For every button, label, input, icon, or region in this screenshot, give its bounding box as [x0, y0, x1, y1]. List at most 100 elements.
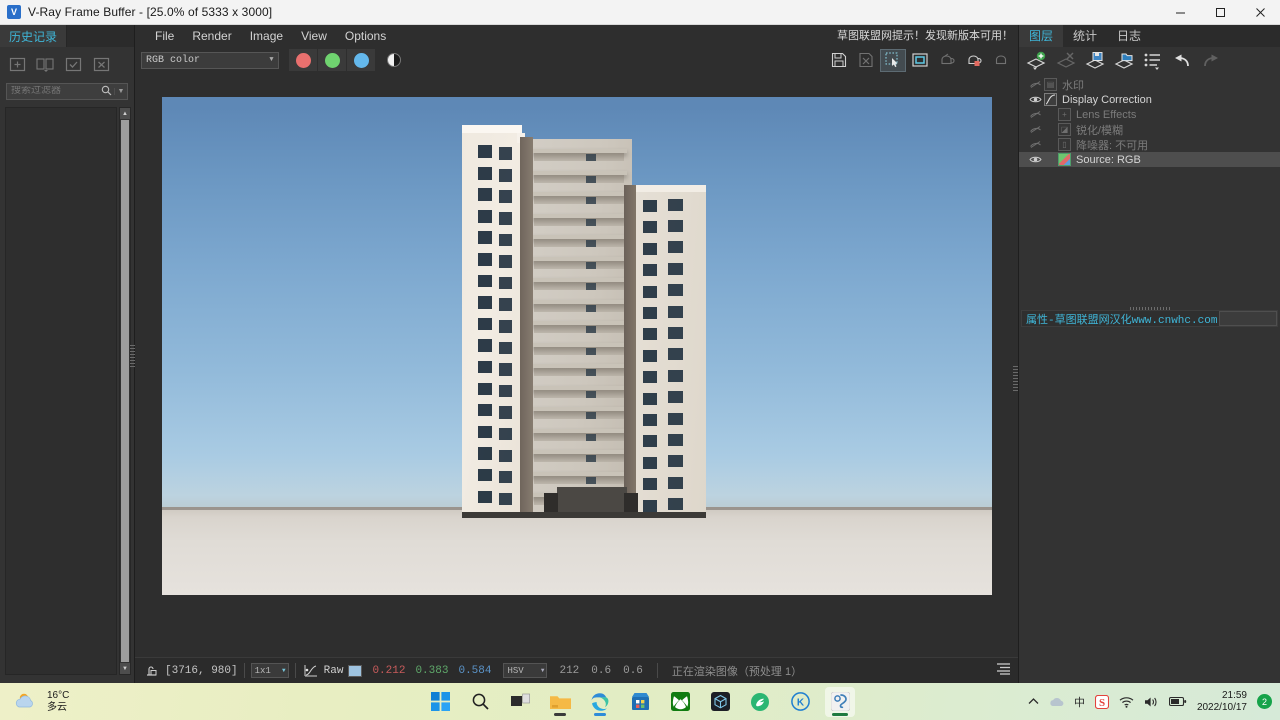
save-image-button[interactable]	[826, 49, 852, 72]
region-render-button[interactable]	[907, 49, 933, 72]
history-delete-icon[interactable]	[88, 52, 114, 76]
blue-channel-button[interactable]	[347, 49, 375, 71]
ime-chinese-icon[interactable]: 中	[1074, 694, 1085, 710]
scroll-down-icon[interactable]: ▼	[120, 663, 130, 674]
menu-image[interactable]: Image	[241, 25, 292, 47]
red-channel-button[interactable]	[289, 49, 317, 71]
start-button[interactable]	[425, 687, 455, 717]
maximize-button[interactable]	[1200, 0, 1240, 25]
menu-render[interactable]: Render	[183, 25, 240, 47]
color-mode-select[interactable]: HSV ▼	[503, 663, 548, 678]
scroll-up-icon[interactable]: ▲	[120, 108, 130, 119]
tab-statistics[interactable]: 统计	[1063, 25, 1108, 47]
green-channel-button[interactable]	[318, 49, 346, 71]
eye-visible-icon[interactable]	[1027, 95, 1044, 104]
save-layers-icon[interactable]	[1082, 49, 1108, 73]
eye-visible-icon[interactable]	[1027, 155, 1044, 164]
eye-hidden-icon[interactable]	[1027, 125, 1044, 134]
add-layer-icon[interactable]	[1024, 49, 1050, 73]
system-tray: 中 S 21:59 2022/10/17 2	[1028, 690, 1272, 714]
layer-list[interactable]: ▤ 水印 Display Correction + Lens Effects ◪ 锐化/模糊…	[1019, 77, 1280, 167]
render-region-teapot-button[interactable]	[961, 49, 987, 72]
tab-layers[interactable]: 图层	[1019, 25, 1064, 47]
tab-log[interactable]: 日志	[1107, 25, 1152, 47]
balcony-glass	[585, 218, 596, 226]
search-button[interactable]	[465, 687, 495, 717]
rendered-image[interactable]	[161, 97, 992, 595]
task-view-button[interactable]	[505, 687, 535, 717]
volume-icon[interactable]	[1144, 696, 1159, 708]
eye-hidden-icon[interactable]	[1027, 140, 1044, 149]
search-icon[interactable]	[98, 85, 114, 99]
window-pane	[642, 435, 657, 448]
right-panel-splitter[interactable]	[1013, 365, 1018, 391]
layer-row[interactable]: + Lens Effects	[1019, 107, 1280, 122]
notification-badge[interactable]: 2	[1257, 694, 1272, 709]
history-scrollbar[interactable]: ▲ ▼	[119, 107, 131, 675]
sogou-input-icon[interactable]: S	[1094, 694, 1109, 709]
pixel-lock-icon[interactable]	[145, 664, 158, 677]
sampler-size-select[interactable]: 1x1 ▼	[250, 663, 289, 678]
scrollbar-thumb[interactable]	[121, 120, 129, 662]
balcony-glass	[585, 455, 596, 462]
channel-select[interactable]: RGB color ▼	[141, 51, 279, 69]
history-check-icon[interactable]	[60, 52, 86, 76]
browser-2345-button[interactable]	[745, 687, 775, 717]
tab-history[interactable]: 历史记录	[0, 25, 68, 47]
render-canvas-area[interactable]	[135, 73, 1018, 657]
history-list[interactable]	[5, 107, 117, 675]
balcony-recess	[533, 346, 624, 355]
save-all-channels-button[interactable]	[853, 49, 879, 72]
load-layers-icon[interactable]	[1111, 49, 1137, 73]
layer-row[interactable]: ▯ 降噪器: 不可用	[1019, 137, 1280, 152]
left-panel-splitter[interactable]	[130, 345, 135, 367]
redo-icon[interactable]	[1198, 49, 1224, 73]
wifi-icon[interactable]	[1119, 696, 1134, 708]
layer-row[interactable]: ◪ 锐化/模糊	[1019, 122, 1280, 137]
menu-options[interactable]: Options	[336, 25, 395, 47]
history-add-icon[interactable]	[4, 52, 30, 76]
search-options-chevron-icon[interactable]: ▼	[114, 88, 127, 95]
clock-time: 21:59	[1221, 689, 1247, 701]
undo-icon[interactable]	[1169, 49, 1195, 73]
minimize-button[interactable]	[1160, 0, 1200, 25]
eye-hidden-icon[interactable]	[1027, 80, 1044, 89]
history-search-row[interactable]: ▼	[6, 83, 128, 100]
eye-hidden-icon[interactable]	[1027, 110, 1044, 119]
window-pane	[642, 392, 657, 405]
xbox-button[interactable]	[665, 687, 695, 717]
layer-presets-icon[interactable]	[1140, 49, 1166, 73]
window-pane	[642, 264, 657, 277]
cube-app-button[interactable]	[705, 687, 735, 717]
kingsoft-button[interactable]: K	[785, 687, 815, 717]
layer-row[interactable]: Source: RGB	[1019, 152, 1280, 167]
close-button[interactable]	[1240, 0, 1280, 25]
stop-render-button[interactable]	[988, 49, 1014, 72]
render-last-button[interactable]	[934, 49, 960, 72]
menu-file[interactable]: File	[146, 25, 183, 47]
layer-row[interactable]: ▤ 水印	[1019, 77, 1280, 92]
weather-widget[interactable]: 16°C 多云	[14, 690, 69, 714]
layer-row[interactable]: Display Correction	[1019, 92, 1280, 107]
onedrive-icon[interactable]	[1049, 696, 1064, 707]
menu-view[interactable]: View	[292, 25, 336, 47]
balcony-recess	[533, 411, 624, 419]
properties-value-box[interactable]	[1219, 311, 1277, 326]
history-panel-tabs: 历史记录	[0, 25, 134, 47]
region-select-button[interactable]	[880, 48, 906, 72]
log-panel-icon[interactable]	[996, 662, 1011, 679]
edge-browser-button[interactable]	[585, 687, 615, 717]
microsoft-store-button[interactable]	[625, 687, 655, 717]
history-compare-icon[interactable]	[32, 52, 58, 76]
window-pane	[477, 469, 492, 482]
show-hidden-icons[interactable]	[1028, 697, 1039, 706]
delete-layer-icon[interactable]	[1053, 49, 1079, 73]
taskbar-clock[interactable]: 21:59 2022/10/17	[1197, 690, 1247, 714]
battery-icon[interactable]	[1168, 696, 1187, 707]
curve-icon[interactable]	[304, 664, 318, 677]
window-pane	[498, 147, 512, 161]
file-explorer-button[interactable]	[545, 687, 575, 717]
monochrome-toggle[interactable]	[380, 49, 408, 71]
history-search-input[interactable]	[7, 86, 98, 97]
sketchup-button[interactable]	[825, 686, 855, 717]
